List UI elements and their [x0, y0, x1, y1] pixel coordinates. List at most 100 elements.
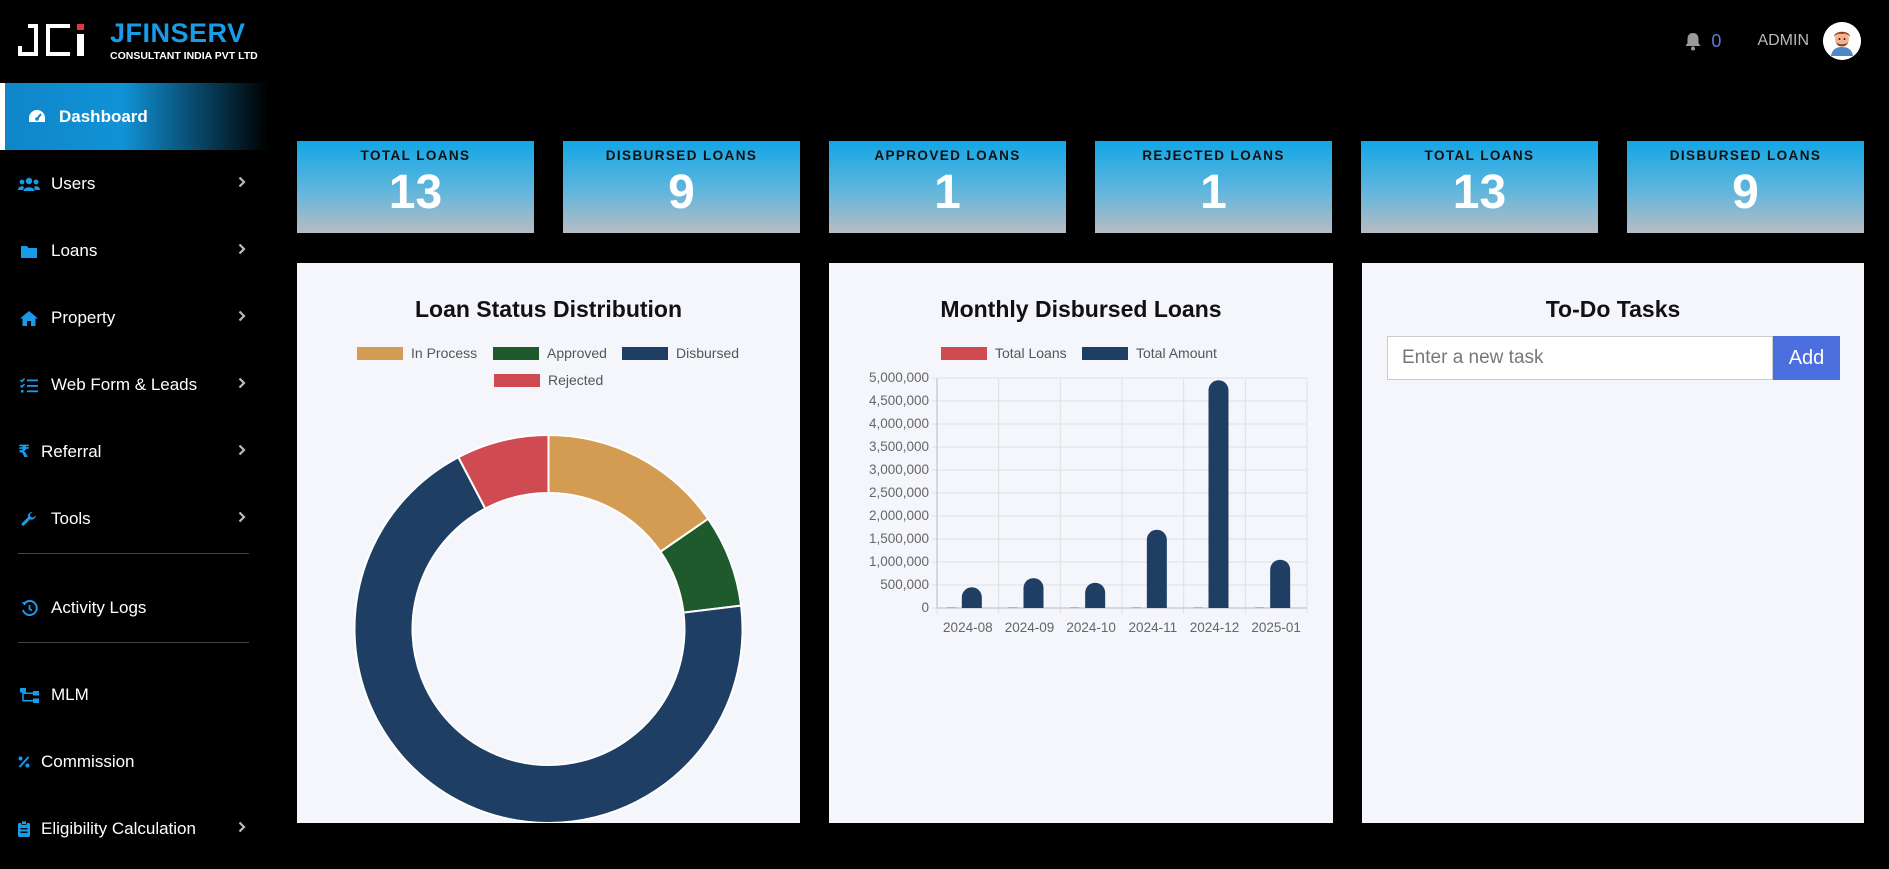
- stat-value: 9: [1732, 166, 1759, 219]
- sidebar-item-label: Commission: [41, 752, 135, 771]
- avatar[interactable]: [1823, 22, 1861, 60]
- legend-swatch: [941, 346, 987, 360]
- legend-swatch: [494, 373, 540, 387]
- sidebar-item-label: Activity Logs: [51, 598, 147, 617]
- sidebar-item-commission[interactable]: Commission: [0, 734, 268, 790]
- home-icon: [17, 310, 41, 326]
- legend-swatch: [493, 346, 539, 360]
- history-icon: [17, 599, 41, 617]
- user-label[interactable]: ADMIN: [1757, 32, 1809, 50]
- sidebar-item-eligibility-calculation[interactable]: Eligibility Calculation: [0, 801, 268, 857]
- stat-value: 13: [1452, 166, 1507, 219]
- sidebar-item-loans[interactable]: Loans: [0, 223, 268, 279]
- todo-title: To-Do Tasks: [1545, 296, 1681, 322]
- legend-item[interactable]: Rejected: [494, 372, 603, 388]
- stat-title: TOTAL LOANS: [1424, 148, 1535, 163]
- stat-card-total-loans-2: TOTAL LOANS 13: [1361, 141, 1598, 233]
- stat-card-total-loans: TOTAL LOANS 13: [297, 141, 534, 233]
- notification-count[interactable]: 0: [1711, 31, 1721, 52]
- chevron-right-icon: [238, 820, 246, 838]
- sitemap-icon: [17, 687, 41, 703]
- legend-item[interactable]: Total Loans: [941, 345, 1067, 361]
- todo-panel: To-Do Tasks Add: [1362, 263, 1864, 823]
- bar-total-loans[interactable]: [946, 607, 956, 609]
- x-tick-label: 2024-10: [1066, 620, 1116, 635]
- new-task-input[interactable]: [1387, 336, 1773, 380]
- jci-logo-mark: [18, 24, 84, 56]
- bar-total-amount[interactable]: [1023, 578, 1044, 608]
- sidebar-divider: [18, 642, 249, 643]
- bar-total-amount[interactable]: [1208, 380, 1229, 608]
- legend-swatch: [1082, 346, 1128, 360]
- bell-icon[interactable]: [1683, 31, 1703, 51]
- bar-total-loans[interactable]: [1070, 607, 1080, 609]
- stat-value: 9: [668, 166, 695, 219]
- legend-item[interactable]: Approved: [493, 345, 607, 361]
- sidebar-item-property[interactable]: Property: [0, 290, 268, 346]
- chart-title: Monthly Disbursed Loans: [940, 296, 1222, 322]
- dashboard-icon: [25, 109, 49, 124]
- folder-icon: [17, 245, 41, 258]
- users-icon: [17, 177, 41, 191]
- y-tick-label: 4,000,000: [869, 416, 929, 431]
- bar-total-loans[interactable]: [1255, 607, 1265, 609]
- brand-logo[interactable]: JFINSERV CONSULTANT INDIA PVT LTD: [16, 18, 258, 66]
- bar-total-amount[interactable]: [1085, 582, 1106, 608]
- sidebar-item-mlm[interactable]: MLM: [0, 667, 268, 723]
- stat-title: APPROVED LOANS: [874, 148, 1021, 163]
- y-tick-label: 0: [921, 600, 929, 615]
- sidebar-item-users[interactable]: Users: [0, 156, 268, 212]
- bar-total-loans[interactable]: [1193, 607, 1203, 609]
- legend-item[interactable]: Total Amount: [1082, 345, 1217, 361]
- sidebar-item-tools[interactable]: Tools: [0, 491, 268, 547]
- wrench-icon: [17, 511, 41, 527]
- list-check-icon: [17, 377, 41, 393]
- sidebar-item-label: Referral: [41, 442, 102, 461]
- clipboard-icon: [17, 821, 31, 837]
- y-tick-label: 3,500,000: [869, 439, 929, 454]
- bar-total-amount[interactable]: [1146, 529, 1167, 608]
- sidebar-item-label: Dashboard: [59, 106, 148, 126]
- sidebar-item-label: Eligibility Calculation: [41, 819, 196, 838]
- stat-value: 13: [388, 166, 443, 219]
- bar-total-loans[interactable]: [1131, 607, 1141, 609]
- chevron-right-icon: [238, 376, 246, 394]
- legend-label: In Process: [411, 345, 478, 361]
- chevron-right-icon: [238, 443, 246, 461]
- sidebar-item-label: Web Form & Leads: [51, 375, 198, 394]
- percent-icon: [17, 756, 31, 768]
- chart-title: Loan Status Distribution: [414, 296, 683, 322]
- x-tick-label: 2024-09: [1005, 620, 1055, 635]
- donut-chart: [353, 433, 744, 823]
- bar-total-amount[interactable]: [961, 587, 982, 608]
- legend-label: Rejected: [548, 372, 604, 388]
- sidebar-item-label: Users: [51, 174, 96, 193]
- monthly-disbursed-panel: Monthly Disbursed Loans Total Loans Tota…: [829, 263, 1333, 823]
- loan-status-panel: Loan Status Distribution In Process Appr…: [297, 263, 800, 823]
- x-tick-label: 2024-08: [943, 620, 993, 635]
- stat-value: 1: [1200, 166, 1227, 219]
- legend-item[interactable]: Disbursed: [622, 345, 739, 361]
- stat-title: REJECTED LOANS: [1142, 148, 1285, 163]
- sidebar-item-dashboard[interactable]: Dashboard: [0, 83, 268, 150]
- add-task-button[interactable]: Add: [1773, 336, 1840, 380]
- legend-item[interactable]: In Process: [357, 345, 477, 361]
- y-tick-label: 1,000,000: [869, 554, 929, 569]
- bar-total-amount[interactable]: [1270, 559, 1291, 608]
- sidebar-item-web-form-leads[interactable]: Web Form & Leads: [0, 357, 268, 413]
- sidebar-item-label: Loans: [51, 241, 98, 260]
- chevron-right-icon: [238, 309, 246, 327]
- sidebar-divider: [18, 553, 249, 554]
- topbar-user-area: 0 ADMIN: [1683, 21, 1861, 61]
- sidebar-item-activity-logs[interactable]: Activity Logs: [0, 580, 268, 636]
- y-tick-label: 2,500,000: [869, 485, 929, 500]
- stat-title: TOTAL LOANS: [360, 148, 471, 163]
- chevron-right-icon: [238, 175, 246, 193]
- sidebar-item-referral[interactable]: ₹ Referral: [0, 424, 268, 480]
- y-tick-label: 4,500,000: [869, 393, 929, 408]
- bar-total-loans[interactable]: [1008, 607, 1018, 609]
- sidebar: Dashboard Users Loans Property Web Form …: [0, 83, 268, 869]
- stat-title: DISBURSED LOANS: [605, 148, 758, 163]
- sidebar-item-label: Tools: [51, 509, 91, 528]
- stat-title: DISBURSED LOANS: [1669, 148, 1822, 163]
